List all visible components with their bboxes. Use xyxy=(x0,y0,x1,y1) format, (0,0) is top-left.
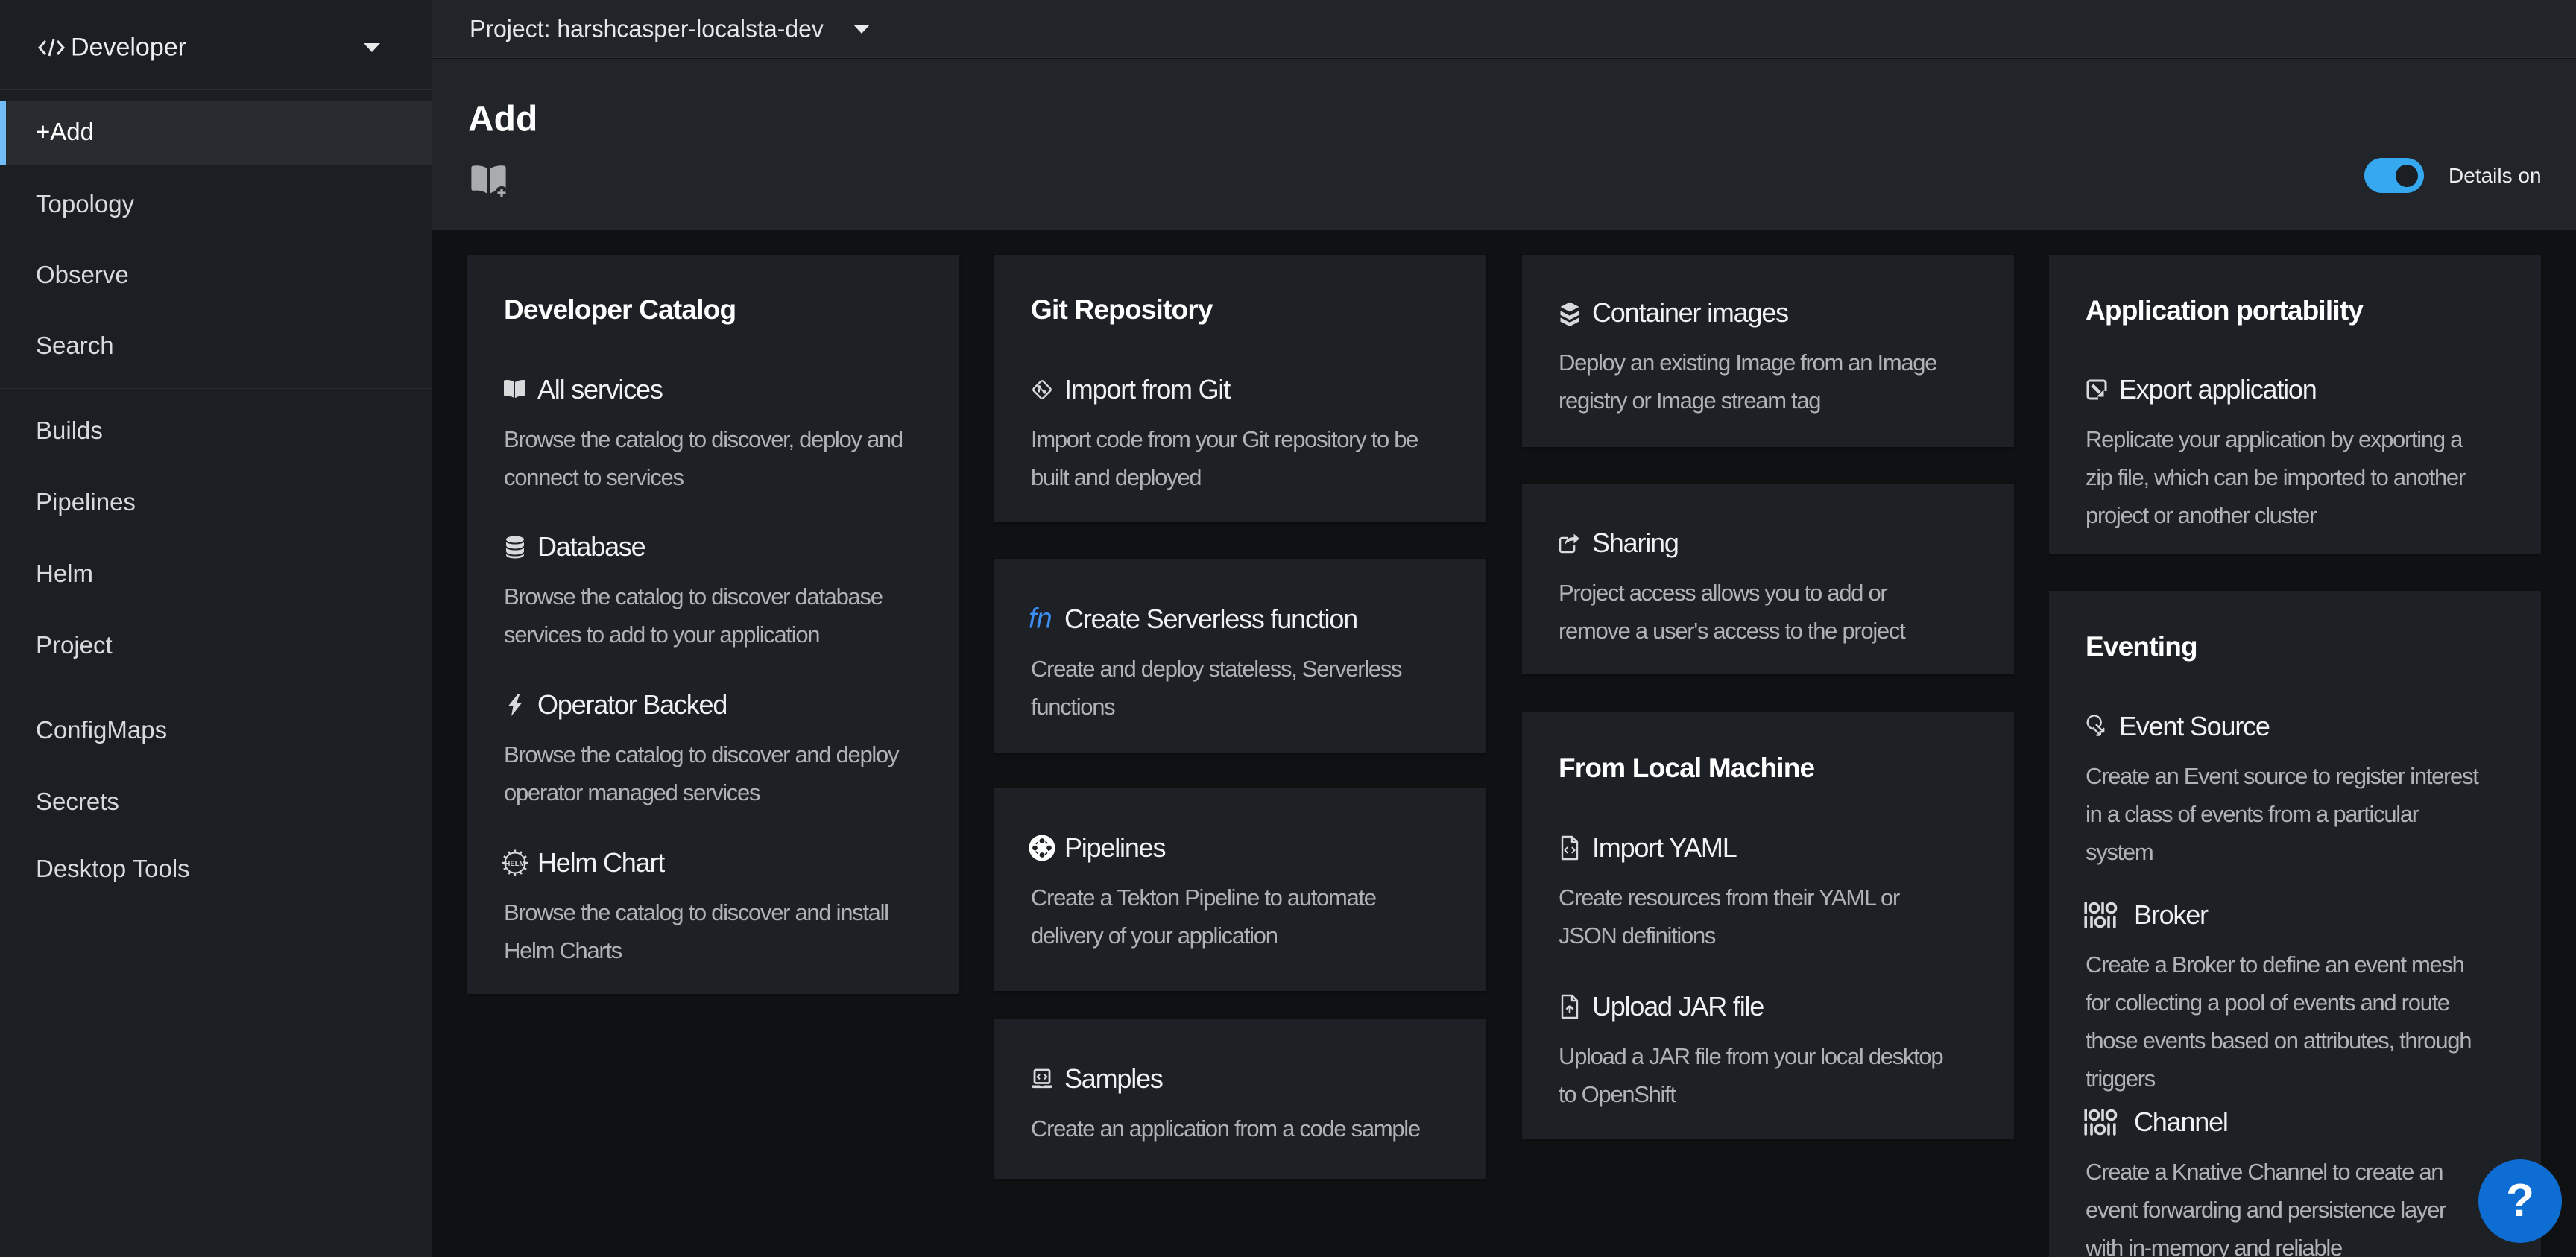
svg-text:HELM: HELM xyxy=(505,860,525,868)
